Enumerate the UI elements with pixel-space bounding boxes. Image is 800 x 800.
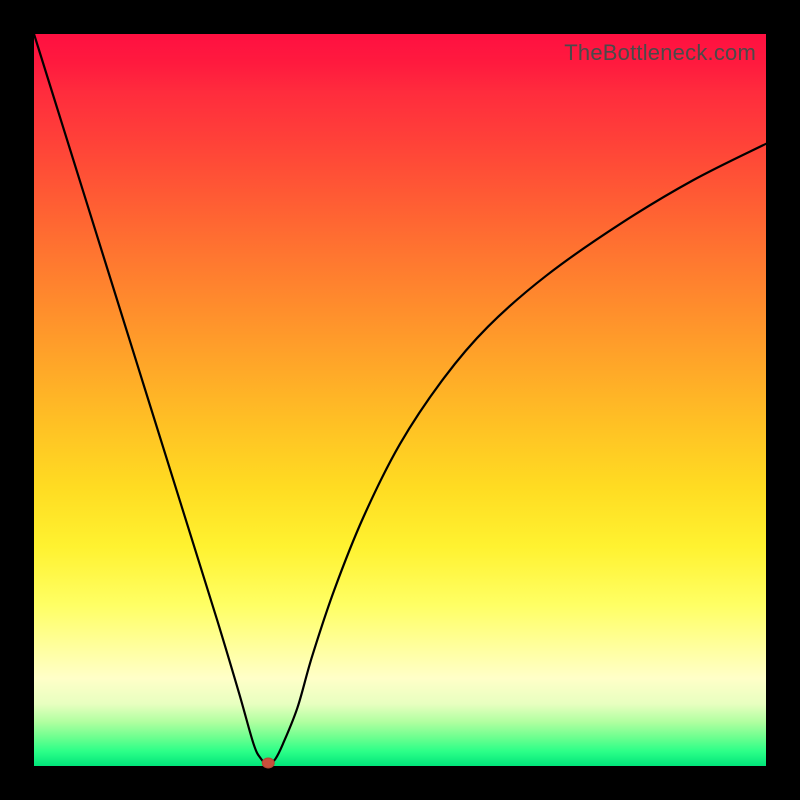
chart-plot-area: TheBottleneck.com	[34, 34, 766, 766]
min-marker-dot	[262, 758, 274, 768]
chart-frame: TheBottleneck.com	[0, 0, 800, 800]
curve-left	[34, 34, 268, 766]
curve-right	[268, 144, 766, 766]
chart-svg	[34, 34, 766, 766]
